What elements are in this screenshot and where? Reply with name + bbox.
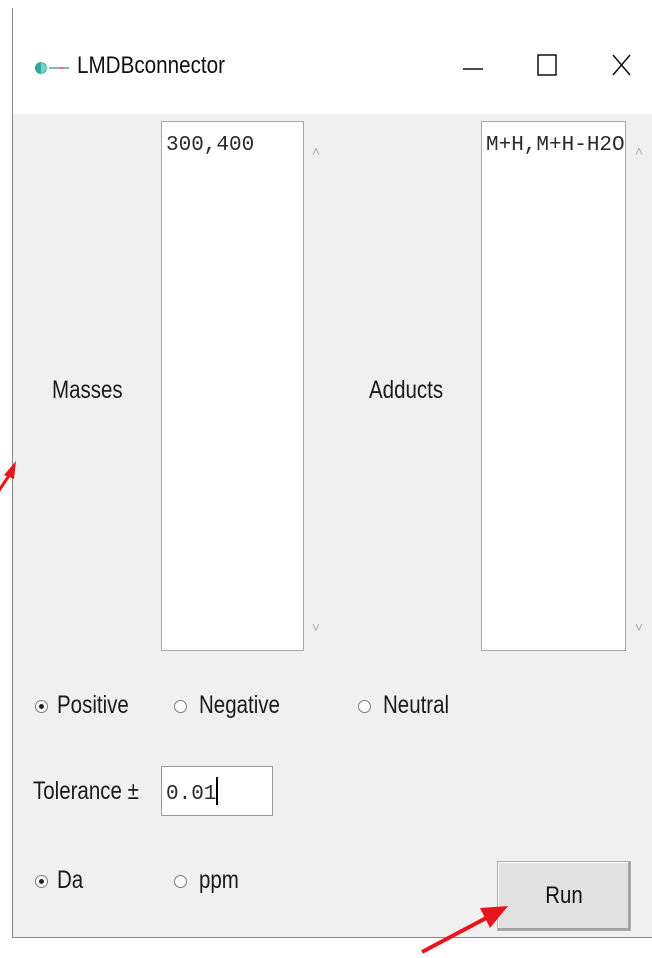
run-button-label: Run [545, 882, 583, 909]
negative-label[interactable]: Negative [199, 691, 280, 720]
masses-text: 300,400 [166, 134, 255, 157]
ppm-radio[interactable] [174, 875, 187, 888]
tolerance-value: 0.01 [166, 783, 217, 806]
masses-textarea[interactable]: 300,400 [161, 121, 304, 651]
negative-radio[interactable] [174, 700, 187, 713]
maximize-icon [537, 54, 557, 76]
positive-radio[interactable] [35, 700, 48, 713]
app-icon [35, 61, 69, 75]
neutral-radio[interactable] [358, 700, 371, 713]
adducts-textarea[interactable]: M+H,M+H-H2O [481, 121, 626, 651]
ppm-label[interactable]: ppm [199, 866, 239, 895]
annotation-arrow-run [421, 906, 508, 954]
annotation-arrow-left [0, 461, 16, 492]
masses-label: Masses [52, 376, 123, 404]
tolerance-input[interactable]: 0.01 [161, 766, 273, 816]
masses-scroll-up-icon[interactable]: ˄ [309, 144, 323, 158]
da-radio[interactable] [35, 875, 48, 888]
tolerance-label: Tolerance ± [33, 777, 139, 805]
masses-scroll-down-icon[interactable]: ˅ [309, 620, 323, 634]
adducts-text: M+H,M+H-H2O [486, 134, 625, 157]
adducts-scroll-down-icon[interactable]: ˅ [632, 620, 646, 634]
adducts-scroll-up-icon[interactable]: ˄ [632, 144, 646, 158]
text-caret [216, 777, 219, 805]
maximize-button[interactable] [528, 44, 572, 88]
minimize-button[interactable] [453, 44, 497, 88]
close-icon [612, 54, 631, 76]
close-button[interactable] [603, 44, 647, 88]
app-window: LMDBconnector Masses 300,400 ˄ ˅ Adducts… [12, 8, 652, 938]
adducts-label: Adducts [369, 376, 444, 404]
title-bar[interactable]: LMDBconnector [13, 8, 652, 114]
minimize-icon [463, 68, 483, 70]
neutral-label[interactable]: Neutral [383, 691, 449, 720]
positive-label[interactable]: Positive [57, 691, 129, 720]
window-title: LMDBconnector [77, 52, 225, 79]
da-label[interactable]: Da [57, 866, 83, 895]
